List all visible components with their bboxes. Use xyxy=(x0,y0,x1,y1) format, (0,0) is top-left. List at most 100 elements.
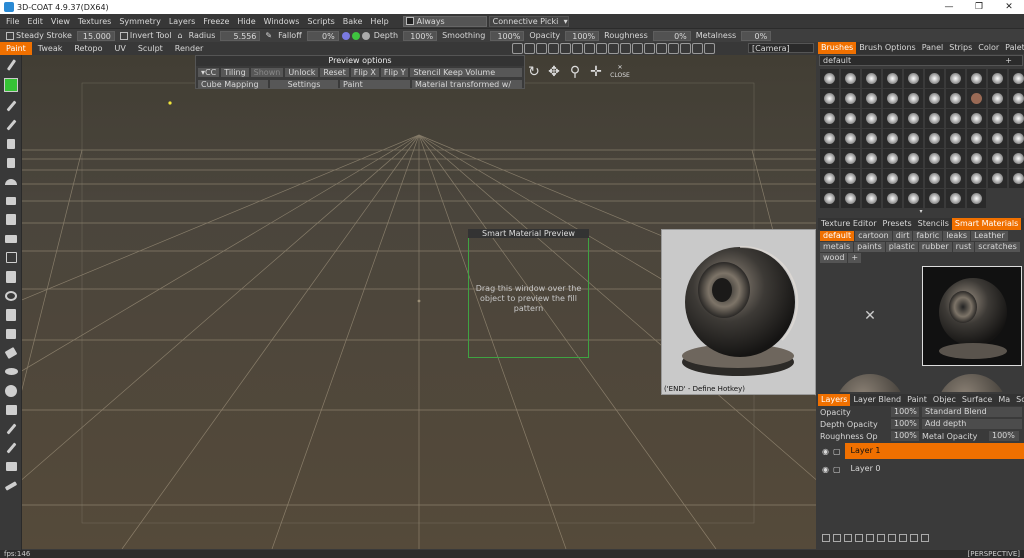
brush-item[interactable] xyxy=(1009,89,1024,108)
brush-item[interactable] xyxy=(820,109,839,128)
brush-item[interactable] xyxy=(967,169,986,188)
close-button[interactable]: ✕ xyxy=(994,0,1024,14)
brush-item[interactable] xyxy=(988,69,1007,88)
dropper-icon[interactable] xyxy=(0,419,22,438)
brush-item[interactable] xyxy=(862,69,881,88)
menu-windows[interactable]: Windows xyxy=(260,17,304,26)
eye-icon[interactable]: ◉ xyxy=(822,465,829,474)
eye-icon[interactable]: ◉ xyxy=(822,447,829,456)
pan-alt-icon[interactable] xyxy=(668,43,679,54)
tab-texture-editor[interactable]: Texture Editor xyxy=(818,218,880,230)
new-layer-icon[interactable] xyxy=(822,534,830,542)
brush-item[interactable] xyxy=(883,69,902,88)
tab-materials[interactable]: Ma xyxy=(995,394,1013,406)
stencil-keep-volume-dropdown[interactable]: Stencil Keep Volume xyxy=(410,68,522,77)
steady-stroke-value[interactable]: 15.000 xyxy=(76,30,115,41)
smoothing-value[interactable]: 100% xyxy=(490,30,525,41)
symmetry-icon[interactable] xyxy=(548,43,559,54)
brush-item[interactable] xyxy=(820,169,839,188)
menu-bake[interactable]: Bake xyxy=(339,17,367,26)
empty-material-close-icon[interactable]: ✕ xyxy=(820,266,920,366)
bucket-icon[interactable] xyxy=(0,400,22,419)
brush-item[interactable] xyxy=(988,109,1007,128)
brush-item[interactable] xyxy=(841,149,860,168)
brush-item[interactable] xyxy=(904,189,923,208)
metal-opacity-value[interactable]: 100% xyxy=(989,431,1019,441)
minimize-button[interactable]: — xyxy=(934,0,964,14)
maximize-button[interactable]: ❐ xyxy=(964,0,994,14)
menu-layers[interactable]: Layers xyxy=(165,17,199,26)
tab-uv[interactable]: UV xyxy=(108,42,131,55)
brush-item[interactable] xyxy=(841,69,860,88)
brush-item[interactable] xyxy=(862,149,881,168)
cube-icon[interactable] xyxy=(608,43,619,54)
brush-item[interactable] xyxy=(904,109,923,128)
menu-file[interactable]: File xyxy=(2,17,23,26)
flip-y-button[interactable]: Flip Y xyxy=(380,68,409,77)
eraser-icon[interactable] xyxy=(0,343,22,362)
duplicate-icon[interactable] xyxy=(844,534,852,542)
metalness-value[interactable]: 0% xyxy=(741,30,772,41)
fit-icon[interactable] xyxy=(704,43,715,54)
tab-retopo[interactable]: Retopo xyxy=(68,42,108,55)
tab-panel[interactable]: Panel xyxy=(919,42,947,54)
brush-item[interactable] xyxy=(841,109,860,128)
brush-item[interactable] xyxy=(841,129,860,148)
brush-item[interactable] xyxy=(967,149,986,168)
radius-value[interactable]: 5.556 xyxy=(220,30,261,41)
ruler-icon[interactable] xyxy=(0,476,22,495)
brush-item[interactable] xyxy=(841,89,860,108)
tab-palette[interactable]: Palette xyxy=(1002,42,1024,54)
knife-icon[interactable] xyxy=(0,438,22,457)
brush-preset-dropdown[interactable]: default + xyxy=(819,55,1023,66)
brush-item[interactable] xyxy=(988,169,1007,188)
mirror-icon[interactable] xyxy=(536,43,547,54)
depth-mode-dropdown[interactable]: Add depth xyxy=(922,419,1022,429)
brush-item[interactable] xyxy=(862,89,881,108)
tiling-button[interactable]: Tiling xyxy=(221,68,249,77)
unlock-button[interactable]: Unlock xyxy=(285,68,319,77)
marker-icon[interactable] xyxy=(0,153,22,172)
roughness-op-value[interactable]: 100% xyxy=(891,431,919,441)
cc-button[interactable]: ▾CC xyxy=(198,68,220,77)
pan-icon[interactable] xyxy=(656,43,667,54)
copy-icon[interactable] xyxy=(910,534,918,542)
flip-x-button[interactable]: Flip X xyxy=(350,68,379,77)
roughness-value[interactable]: 0% xyxy=(652,30,691,41)
camera-dropdown[interactable]: [Camera] xyxy=(748,43,814,53)
tab-paint[interactable]: Paint xyxy=(0,42,32,55)
stack-icon[interactable] xyxy=(899,534,907,542)
wire-icon[interactable] xyxy=(560,43,571,54)
layer-icon[interactable] xyxy=(0,267,22,286)
brush-item[interactable] xyxy=(946,109,965,128)
brush-item[interactable] xyxy=(883,189,902,208)
pan-icon[interactable]: ✛ xyxy=(588,64,604,80)
category-dirt[interactable]: dirt xyxy=(892,231,913,241)
rotate-icon[interactable]: ↻ xyxy=(526,64,542,80)
tab-paint-objects[interactable]: Paint xyxy=(904,394,930,406)
always-dropdown[interactable]: Always xyxy=(402,15,487,27)
brush-item[interactable] xyxy=(883,89,902,108)
depth-value[interactable]: 100% xyxy=(403,30,438,41)
color-sphere-icon[interactable] xyxy=(351,31,360,40)
brush-item[interactable] xyxy=(883,129,902,148)
clone-icon[interactable] xyxy=(0,229,22,248)
tab-brushes[interactable]: Brushes xyxy=(818,42,857,54)
smart-material-thumb-2[interactable] xyxy=(820,368,920,392)
close-preview-button[interactable]: ✕ CLOSE xyxy=(610,64,630,80)
brush-item[interactable] xyxy=(904,129,923,148)
add-icon[interactable]: + xyxy=(1005,56,1012,65)
snowflake-icon[interactable] xyxy=(0,381,22,400)
category-rubber[interactable]: rubber xyxy=(918,242,952,252)
frame-icon[interactable] xyxy=(584,43,595,54)
brush-item[interactable] xyxy=(925,69,944,88)
brush-item[interactable] xyxy=(820,149,839,168)
brush-item[interactable] xyxy=(946,149,965,168)
tab-stencils[interactable]: Stencils xyxy=(915,218,952,230)
mask-icon[interactable] xyxy=(888,534,896,542)
lock-icon[interactable]: ▢ xyxy=(833,447,841,456)
grid-icon[interactable] xyxy=(524,43,535,54)
brush-item[interactable] xyxy=(820,69,839,88)
layer-row[interactable]: ◉ ▢ Layer 1 xyxy=(818,442,1024,460)
paint-brush-icon[interactable] xyxy=(0,96,22,115)
